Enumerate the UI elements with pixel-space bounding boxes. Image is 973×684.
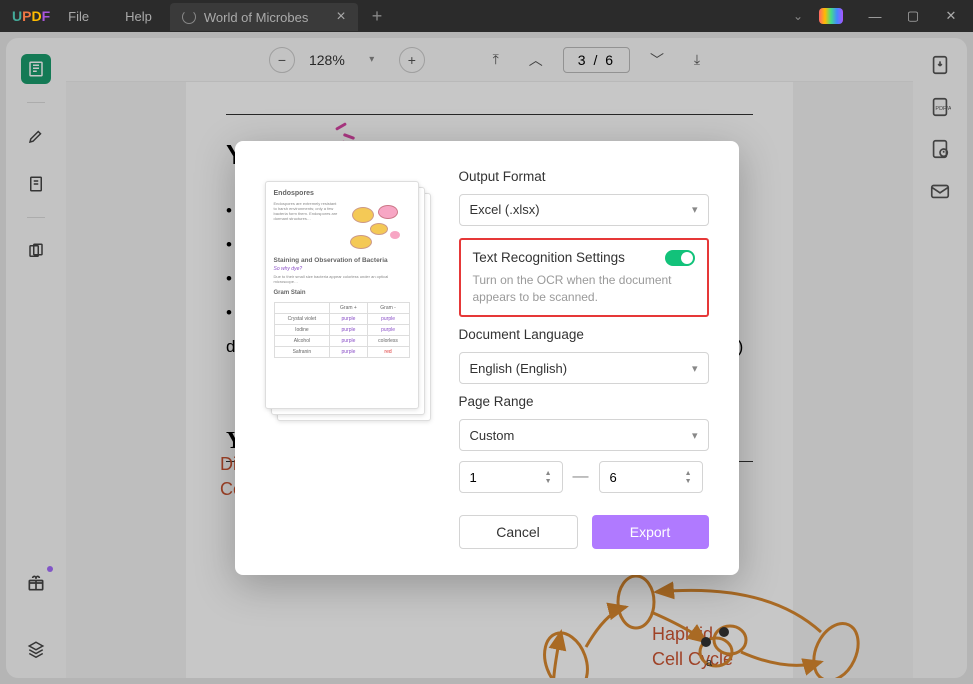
ocr-toggle[interactable] <box>665 250 695 266</box>
page-range-inputs: 1 ▲▼ — 6 ▲▼ <box>459 461 709 493</box>
doc-language-select[interactable]: English (English)▾ <box>459 352 709 384</box>
stepper-icon[interactable]: ▲▼ <box>685 470 692 485</box>
range-dash: — <box>573 468 589 486</box>
menu-file[interactable]: File <box>50 9 107 24</box>
maximize-button[interactable]: ▢ <box>897 2 929 30</box>
stepper-icon[interactable]: ▲▼ <box>545 470 552 485</box>
preview-table: Gram +Gram - Crystal violetpurplepurple … <box>274 302 410 358</box>
reload-icon <box>182 10 196 24</box>
chevron-down-icon: ▾ <box>692 429 698 442</box>
ocr-subtitle: Turn on the OCR when the document appear… <box>473 272 695 306</box>
ocr-title: Text Recognition Settings <box>473 250 625 265</box>
page-range-label: Page Range <box>459 394 709 409</box>
range-from-input[interactable]: 1 ▲▼ <box>459 461 563 493</box>
modal-overlay: Endospores Endospores are extremely resi… <box>0 32 973 684</box>
export-button[interactable]: Export <box>592 515 709 549</box>
app-logo: UPDF <box>12 8 50 24</box>
chevron-down-icon: ▾ <box>692 362 698 375</box>
page-preview: Endospores Endospores are extremely resi… <box>265 181 431 431</box>
close-tab-icon[interactable]: × <box>336 8 345 26</box>
export-dialog: Endospores Endospores are extremely resi… <box>235 141 739 576</box>
app-body: − 128% ▾ + ⤒ ︿ 3 / 6 ﹀ ⤓ Yeast Unicellu … <box>0 32 973 684</box>
tab-title: World of Microbes <box>204 10 309 25</box>
output-format-label: Output Format <box>459 169 709 184</box>
export-form: Output Format Excel (.xlsx)▾ Text Recogn… <box>459 169 709 550</box>
chevron-down-icon: ▾ <box>692 203 698 216</box>
menu-help[interactable]: Help <box>107 9 170 24</box>
cancel-button[interactable]: Cancel <box>459 515 578 549</box>
page-range-select[interactable]: Custom▾ <box>459 419 709 451</box>
document-tab[interactable]: World of Microbes × <box>170 3 358 31</box>
new-tab-button[interactable]: + <box>372 6 383 27</box>
range-to-input[interactable]: 6 ▲▼ <box>599 461 703 493</box>
close-window-button[interactable]: ✕ <box>935 2 967 30</box>
minimize-button[interactable]: — <box>859 2 891 30</box>
ocr-settings-box: Text Recognition Settings Turn on the OC… <box>459 238 709 318</box>
titlebar: UPDF File Help World of Microbes × + ⌄ —… <box>0 0 973 32</box>
doc-language-label: Document Language <box>459 327 709 342</box>
output-format-select[interactable]: Excel (.xlsx)▾ <box>459 194 709 226</box>
dropdown-icon[interactable]: ⌄ <box>793 9 803 23</box>
theme-icon[interactable] <box>819 8 843 24</box>
